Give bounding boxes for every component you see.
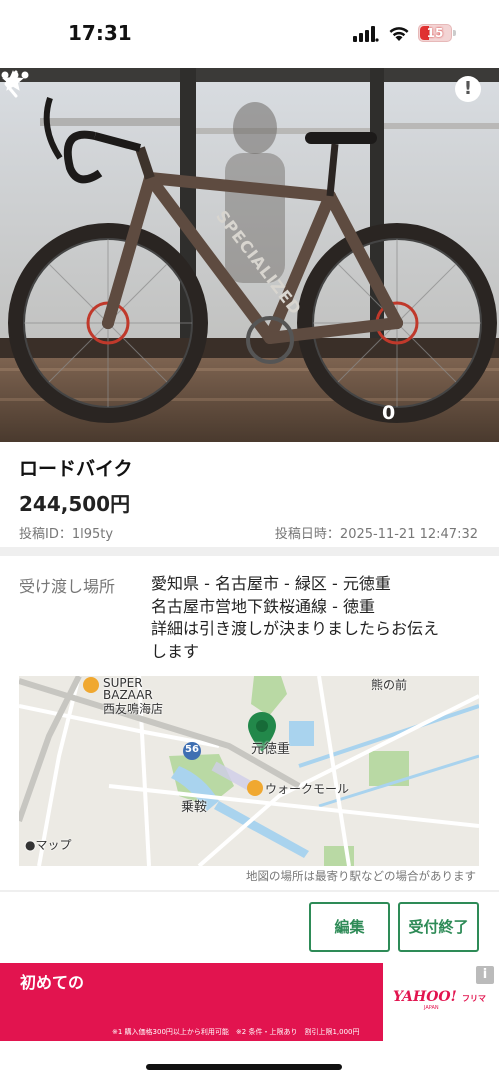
pickup-line: 名古屋市営地下鉄桜通線 - 徳重 bbox=[151, 596, 375, 616]
battery-percentage: 15 bbox=[426, 26, 444, 40]
cellular-signal-icon bbox=[353, 26, 379, 42]
pickup-line: 愛知県 - 名古屋市 - 緑区 - 元徳重 bbox=[151, 574, 391, 593]
map-label-area: 乗鞍 bbox=[181, 800, 208, 815]
favorite-count: 0 bbox=[382, 402, 396, 424]
ad-brand-sub: フリマ bbox=[462, 994, 486, 1003]
wifi-icon bbox=[389, 27, 409, 41]
map-label-store: 西友鳴海店 bbox=[103, 702, 164, 716]
ad-headline: 初めての bbox=[20, 973, 85, 992]
close-listing-button[interactable]: 受付終了 bbox=[398, 902, 479, 952]
map-label-mall: ウォークモール bbox=[265, 782, 350, 796]
section-divider bbox=[0, 890, 499, 892]
pickup-location-label: 受け渡し場所 bbox=[19, 577, 116, 596]
map-graphic bbox=[19, 676, 479, 866]
status-bar: 17:31 15 bbox=[0, 0, 499, 68]
map-attribution: ●マップ bbox=[25, 836, 72, 853]
home-indicator[interactable] bbox=[146, 1064, 342, 1070]
ad-banner[interactable]: 初めての ※1 購入価格300円以上から利用可能 ※2 条件・上限あり 割引上限… bbox=[0, 963, 499, 1041]
more-icon[interactable] bbox=[0, 68, 30, 82]
post-id: 投稿ID：1l95ty bbox=[19, 527, 114, 542]
battery-cap bbox=[453, 30, 456, 36]
bottom-safe-area bbox=[0, 1041, 499, 1080]
item-photo[interactable]: SPECIALIZED ! 0 bbox=[0, 68, 499, 442]
apple-icon: ● bbox=[25, 838, 36, 852]
section-divider bbox=[0, 547, 499, 556]
pickup-line: 詳細は引き渡しが決まりましたらお伝え bbox=[151, 619, 440, 638]
exclamation-glyph: ! bbox=[463, 78, 473, 99]
pickup-map[interactable]: SUPER BAZAAR 西友鳴海店 56 元徳重 ウォークモール 乗鞍 熊の前… bbox=[19, 676, 479, 866]
edit-button[interactable]: 編集 bbox=[309, 902, 390, 952]
map-label-station: 元徳重 bbox=[251, 742, 291, 757]
ad-promo-area[interactable]: 初めての ※1 購入価格300円以上から利用可能 ※2 条件・上限あり 割引上限… bbox=[0, 963, 383, 1041]
ad-brand-japan: JAPAN bbox=[424, 1005, 439, 1011]
ad-brand-logo: YAHOO! bbox=[393, 989, 457, 1005]
post-date: 投稿日時：2025-11-21 12:47:32 bbox=[274, 527, 478, 542]
battery-icon: 15 bbox=[418, 24, 452, 42]
pickup-location-details: 愛知県 - 名古屋市 - 緑区 - 元徳重 名古屋市営地下鉄桜通線 - 徳重 詳… bbox=[151, 573, 491, 663]
item-title: ロードバイク bbox=[19, 458, 133, 480]
status-time: 17:31 bbox=[68, 21, 132, 45]
map-label-place: 熊の前 bbox=[371, 678, 408, 692]
report-icon[interactable]: ! bbox=[455, 76, 481, 102]
map-note: 地図の場所は最寄り駅などの場合があります bbox=[246, 869, 476, 883]
bicycle-photo-image: SPECIALIZED bbox=[0, 68, 499, 442]
map-attribution-text: マップ bbox=[35, 838, 72, 852]
map-route-number: 56 bbox=[185, 744, 199, 755]
pickup-line: します bbox=[151, 641, 200, 661]
ad-fine-print: ※1 購入価格300円以上から利用可能 ※2 条件・上限あり 割引上限1,000… bbox=[112, 1028, 360, 1036]
ad-info-icon[interactable]: i bbox=[476, 966, 494, 984]
item-price: 244,500円 bbox=[19, 492, 131, 516]
